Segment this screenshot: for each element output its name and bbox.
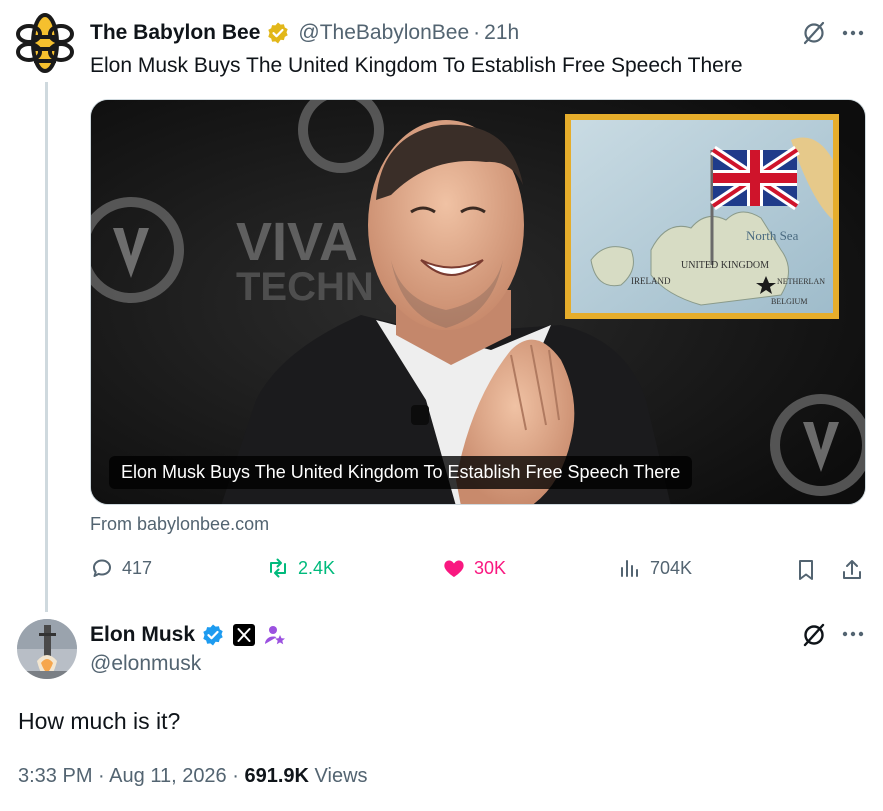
- views-label: Views: [314, 765, 368, 787]
- main-tweet-header: Elon Musk: [90, 620, 287, 650]
- grok-icon[interactable]: [801, 20, 827, 46]
- reply-icon: [93, 559, 111, 577]
- tech-text: TECHN: [236, 265, 374, 309]
- tweet-text: Elon Musk Buys The United Kingdom To Est…: [90, 54, 743, 77]
- author-name[interactable]: The Babylon Bee: [90, 21, 260, 45]
- tweet-text: How much is it?: [18, 708, 181, 734]
- reply-button[interactable]: 417: [90, 556, 152, 580]
- views-button[interactable]: 704K: [618, 556, 692, 580]
- north-sea-label: North Sea: [746, 228, 799, 243]
- views-icon: [621, 560, 638, 577]
- like-button[interactable]: 30K: [442, 556, 506, 580]
- bookmark-icon[interactable]: [794, 558, 818, 582]
- heart-icon: [444, 560, 464, 577]
- tweet-date[interactable]: Aug 11, 2026: [109, 765, 227, 787]
- retweet-icon: [270, 558, 286, 578]
- viva-text: VIVA: [236, 212, 358, 272]
- belgium-label: BELGIUM: [771, 297, 807, 306]
- separator-dot: ·: [473, 21, 481, 44]
- link-card[interactable]: VIVA TECHN North Sea UNITED KINGDOM IREL…: [90, 99, 866, 505]
- author-handle[interactable]: @elonmusk: [90, 652, 201, 676]
- ireland-label: IRELAND: [631, 276, 671, 286]
- more-icon[interactable]: [839, 620, 867, 648]
- thread-line: [45, 82, 48, 612]
- separator-dot: ·: [232, 765, 245, 787]
- card-source[interactable]: From babylonbee.com: [90, 514, 269, 535]
- views-count: 691.9K: [244, 765, 309, 787]
- avatar[interactable]: [17, 619, 77, 679]
- affiliate-icon[interactable]: [263, 623, 287, 647]
- author-handle[interactable]: @TheBabylonBee: [298, 21, 469, 45]
- views-count: 704K: [650, 557, 693, 578]
- tweet-actions: 417 2.4K 30K 704K: [90, 556, 866, 586]
- more-icon[interactable]: [839, 19, 867, 47]
- share-icon[interactable]: [840, 558, 864, 582]
- retweet-count: 2.4K: [298, 557, 336, 578]
- verified-icon: [203, 624, 223, 646]
- reply-count: 417: [122, 557, 153, 578]
- netherlands-label: NETHERLAN: [777, 277, 825, 286]
- uk-label: UNITED KINGDOM: [681, 260, 769, 271]
- card-image: VIVA TECHN North Sea UNITED KINGDOM IREL…: [91, 100, 865, 504]
- like-count: 30K: [474, 557, 507, 578]
- x-logo-icon[interactable]: [233, 624, 256, 646]
- retweet-button[interactable]: 2.4K: [266, 556, 335, 580]
- card-caption: Elon Musk Buys The United Kingdom To Est…: [109, 456, 693, 489]
- grok-icon[interactable]: [801, 622, 827, 648]
- author-name[interactable]: Elon Musk: [90, 623, 195, 647]
- parent-tweet-header: The Babylon Bee @TheBabylonBee · 21h: [90, 18, 519, 48]
- tweet-meta: 3:33 PM · Aug 11, 2026 · 691.9K Views: [18, 765, 368, 788]
- gold-check-icon: [268, 22, 289, 44]
- separator-dot: ·: [98, 765, 110, 787]
- tweet-time[interactable]: 3:33 PM: [18, 765, 92, 787]
- tweet-time[interactable]: 21h: [484, 21, 519, 45]
- bee-logo-icon[interactable]: [16, 12, 74, 74]
